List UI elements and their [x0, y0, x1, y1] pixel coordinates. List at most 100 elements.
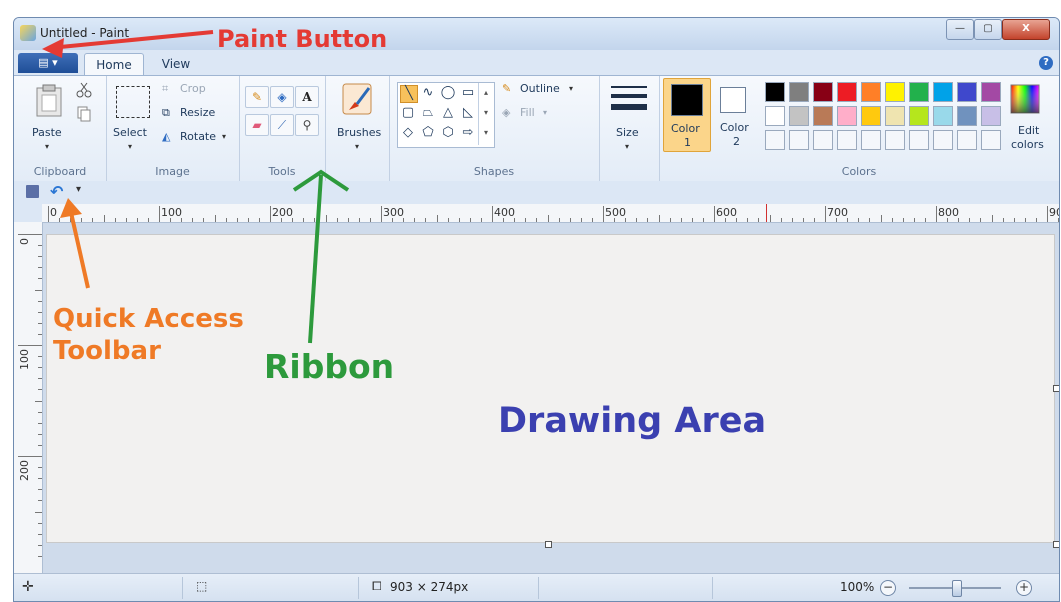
palette-swatch[interactable] [885, 106, 905, 126]
shapes-scrollbar[interactable]: ▴ ▾ ▾ [478, 83, 493, 145]
curve-shape-icon[interactable]: ∿ [420, 85, 436, 101]
palette-swatch[interactable] [957, 106, 977, 126]
size-icon[interactable] [611, 84, 647, 118]
tab-view[interactable]: View [154, 53, 198, 75]
palette-swatch[interactable] [789, 106, 809, 126]
palette-swatch[interactable] [813, 106, 833, 126]
minimize-button[interactable]: — [946, 19, 974, 40]
palette-swatch[interactable] [933, 82, 953, 102]
drawing-canvas[interactable] [46, 234, 1055, 543]
resize-label[interactable]: Resize [180, 106, 215, 119]
palette-swatch[interactable] [981, 106, 1001, 126]
palette-swatch[interactable] [909, 130, 929, 150]
rectangle-shape-icon[interactable]: ▭ [460, 85, 476, 101]
outline-icon[interactable]: ✎ [502, 82, 511, 95]
fill-label[interactable]: Fill [520, 106, 535, 119]
palette-swatch[interactable] [885, 82, 905, 102]
hexagon-shape-icon[interactable]: ⬡ [440, 125, 456, 141]
color1-button[interactable]: Color 1 [663, 78, 711, 152]
palette-swatch[interactable] [885, 130, 905, 150]
palette-swatch[interactable] [981, 82, 1001, 102]
color2-button[interactable]: Color 2 [713, 78, 759, 150]
zoom-in-button[interactable]: + [1016, 580, 1032, 596]
edit-colors-icon[interactable] [1010, 84, 1040, 114]
palette-swatch[interactable] [813, 130, 833, 150]
palette-swatch[interactable] [789, 130, 809, 150]
select-label[interactable]: Select [113, 126, 147, 139]
rounded-rectangle-shape-icon[interactable]: ▢ [400, 105, 416, 121]
paint-menu-button[interactable]: ▤ ▾ [18, 53, 78, 73]
palette-swatch[interactable] [981, 130, 1001, 150]
palette-swatch[interactable] [813, 82, 833, 102]
fill-dropdown-icon[interactable]: ▾ [543, 108, 547, 117]
palette-swatch[interactable] [765, 106, 785, 126]
palette-swatch[interactable] [789, 82, 809, 102]
customize-toolbar-icon[interactable]: ▾ [76, 184, 81, 195]
undo-icon[interactable]: ↶ [50, 182, 63, 201]
save-icon[interactable] [26, 185, 39, 198]
text-tool-icon[interactable]: A [295, 86, 319, 108]
canvas-resize-handle-right[interactable] [1053, 385, 1059, 392]
annotation-ribbon: Ribbon [264, 347, 395, 386]
palette-swatch[interactable] [861, 82, 881, 102]
palette-swatch[interactable] [957, 130, 977, 150]
arrow-shape-icon[interactable]: ⇨ [460, 125, 476, 141]
pencil-icon[interactable]: ✎ [245, 86, 269, 108]
paste-dropdown-icon[interactable]: ▾ [45, 142, 49, 151]
edit-colors-label-line2[interactable]: colors [1011, 138, 1044, 151]
palette-swatch[interactable] [765, 82, 785, 102]
image-group: Select ▾ ⌗ Crop ⧉ Resize ◭ Rotate ▾ Imag… [106, 76, 240, 181]
fill-bucket-icon[interactable]: ◈ [270, 86, 294, 108]
palette-swatch[interactable] [933, 130, 953, 150]
outline-label[interactable]: Outline [520, 82, 560, 95]
brushes-label[interactable]: Brushes [337, 126, 381, 139]
triangle-shape-icon[interactable]: △ [440, 105, 456, 121]
right-triangle-shape-icon[interactable]: ◺ [460, 105, 476, 121]
palette-swatch[interactable] [909, 106, 929, 126]
palette-swatch[interactable] [837, 130, 857, 150]
fill-icon[interactable]: ◈ [502, 106, 510, 119]
size-dropdown-icon[interactable]: ▾ [625, 142, 629, 151]
magnifier-icon[interactable]: ⚲ [295, 114, 319, 136]
select-icon[interactable] [116, 86, 150, 118]
eraser-icon[interactable]: ▰ [245, 114, 269, 136]
canvas-resize-handle-corner[interactable] [1053, 541, 1059, 548]
palette-swatch[interactable] [837, 82, 857, 102]
brushes-dropdown-icon[interactable]: ▾ [355, 142, 359, 151]
paste-label[interactable]: Paste [32, 126, 62, 139]
size-label[interactable]: Size [616, 126, 639, 139]
help-icon[interactable]: ? [1039, 56, 1053, 70]
paste-icon[interactable] [34, 84, 64, 118]
crop-label[interactable]: Crop [180, 82, 206, 95]
line-shape-icon[interactable]: ╲ [400, 85, 418, 103]
cut-icon[interactable] [76, 82, 92, 98]
rotate-label[interactable]: Rotate [180, 130, 216, 143]
zoom-out-button[interactable]: − [880, 580, 896, 596]
edit-colors-label-line1[interactable]: Edit [1018, 124, 1039, 137]
palette-swatch[interactable] [909, 82, 929, 102]
outline-dropdown-icon[interactable]: ▾ [569, 84, 573, 93]
diamond-shape-icon[interactable]: ◇ [400, 125, 416, 141]
crop-icon[interactable]: ⌗ [162, 82, 168, 96]
zoom-slider-thumb[interactable] [952, 580, 962, 597]
polygon-shape-icon[interactable]: ⏢ [420, 105, 436, 121]
palette-swatch[interactable] [957, 82, 977, 102]
color-picker-icon[interactable]: ⟋ [270, 114, 294, 136]
palette-swatch[interactable] [933, 106, 953, 126]
brush-icon[interactable] [341, 82, 373, 116]
oval-shape-icon[interactable]: ◯ [440, 85, 456, 101]
close-button[interactable]: X [1002, 19, 1050, 40]
rotate-dropdown-icon[interactable]: ▾ [222, 132, 226, 141]
canvas-resize-handle-bottom[interactable] [545, 541, 552, 548]
maximize-button[interactable]: ▢ [974, 19, 1002, 40]
palette-swatch[interactable] [861, 106, 881, 126]
palette-swatch[interactable] [837, 106, 857, 126]
copy-icon[interactable] [76, 106, 92, 122]
resize-icon[interactable]: ⧉ [162, 106, 170, 120]
tab-home[interactable]: Home [84, 53, 144, 76]
palette-swatch[interactable] [861, 130, 881, 150]
rotate-icon[interactable]: ◭ [162, 130, 170, 143]
palette-swatch[interactable] [765, 130, 785, 150]
select-dropdown-icon[interactable]: ▾ [128, 142, 132, 151]
pentagon-shape-icon[interactable]: ⬠ [420, 125, 436, 141]
